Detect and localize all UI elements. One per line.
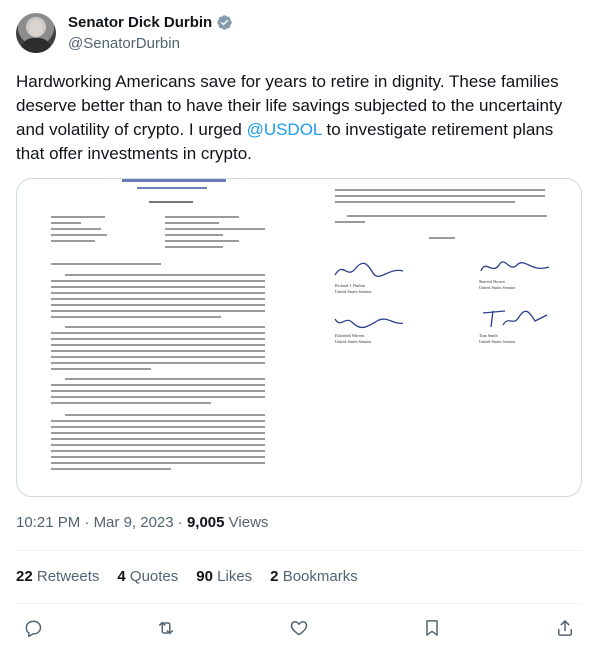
bookmarks-count: 2	[270, 568, 279, 585]
share-button[interactable]	[548, 614, 582, 642]
quotes-count: 4	[117, 568, 126, 585]
retweets-stat[interactable]: 22 Retweets	[16, 566, 99, 588]
likes-label: Likes	[217, 568, 253, 585]
signer-1-name: Richard J. Durbin	[335, 283, 365, 288]
signature-brown-icon	[480, 261, 550, 272]
signer-4-title: United States Senator	[479, 339, 516, 344]
display-name-row[interactable]: Senator Dick Durbin	[68, 13, 233, 33]
engagement-stats: 22 Retweets 4 Quotes 90 Likes 2 Bookmark…	[16, 566, 376, 588]
divider	[16, 550, 582, 551]
divider	[16, 603, 582, 604]
bookmark-button[interactable]	[415, 614, 449, 642]
meta-separator: ·	[177, 514, 187, 531]
heart-icon	[290, 621, 308, 636]
quotes-stat[interactable]: 4 Quotes	[117, 566, 178, 588]
signer-2-title: United States Senator	[479, 285, 516, 290]
tweet-media-image[interactable]: Richard J. Durbin United States Senator …	[16, 178, 582, 497]
signer-1-title: United States Senator	[335, 289, 372, 294]
letter-document: Richard J. Durbin United States Senator …	[17, 179, 581, 496]
quotes-label: Quotes	[129, 568, 179, 585]
signature-durbin-icon	[334, 262, 404, 277]
retweets-label: Retweets	[36, 568, 100, 585]
bookmarks-stat[interactable]: 2 Bookmarks	[270, 566, 358, 588]
display-name[interactable]: Senator Dick Durbin	[68, 13, 212, 33]
tweet-meta: 10:21 PM · Mar 9, 2023 · 9,005 Views	[16, 512, 268, 534]
signature-warren-icon	[334, 318, 404, 329]
avatar[interactable]	[16, 13, 56, 53]
verified-badge-icon	[217, 15, 232, 30]
retweets-count: 22	[16, 568, 33, 585]
tweet-date[interactable]: Mar 9, 2023	[94, 514, 174, 531]
reply-button[interactable]	[16, 614, 50, 642]
signer-3-title: United States Senator	[335, 339, 372, 344]
reply-icon	[25, 620, 42, 638]
views-label: Views	[228, 514, 269, 531]
author-names: Senator Dick Durbin @SenatorDurbin	[68, 13, 233, 54]
share-icon	[558, 620, 572, 636]
action-bar	[16, 614, 582, 642]
bookmark-icon	[426, 620, 438, 636]
retweet-button[interactable]	[149, 614, 183, 642]
signer-4-name: Tina Smith	[479, 333, 498, 338]
tweet-text: Hardworking Americans save for years to …	[16, 70, 586, 166]
likes-count: 90	[196, 568, 213, 585]
likes-stat[interactable]: 90 Likes	[196, 566, 252, 588]
tweet-time[interactable]: 10:21 PM	[16, 514, 80, 531]
signer-2-name: Sherrod Brown	[479, 279, 505, 284]
author-handle[interactable]: @SenatorDurbin	[68, 34, 233, 54]
tweet-header: Senator Dick Durbin @SenatorDurbin	[16, 12, 233, 54]
bookmarks-label: Bookmarks	[282, 568, 358, 585]
like-button[interactable]	[282, 614, 316, 642]
signer-3-name: Elizabeth Warren	[335, 333, 364, 338]
meta-separator: ·	[84, 514, 94, 531]
views-count: 9,005	[186, 514, 225, 531]
signature-smith-icon	[482, 310, 548, 328]
mention-link[interactable]: @USDOL	[247, 120, 322, 139]
retweet-icon	[159, 621, 173, 635]
